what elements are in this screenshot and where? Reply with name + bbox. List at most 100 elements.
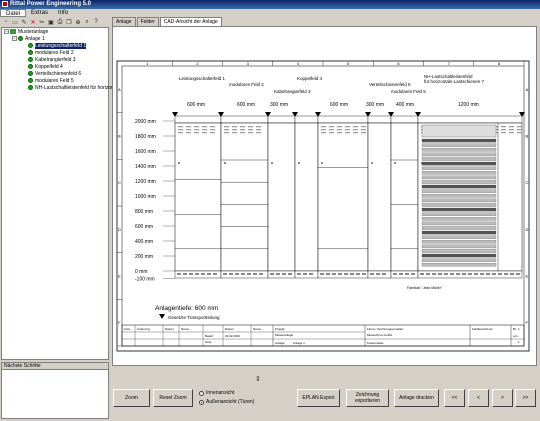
new-icon[interactable]: ▫ bbox=[2, 18, 10, 26]
nh-strip bbox=[421, 253, 497, 258]
tab-anlage[interactable]: Anlage bbox=[112, 17, 136, 26]
vent-slot bbox=[345, 129, 350, 131]
zoom-icon[interactable]: ⊕ bbox=[74, 18, 82, 26]
cabinet-roof bbox=[390, 115, 419, 124]
grid-row-letter: D bbox=[526, 227, 529, 232]
radio-outer-view[interactable]: Außenansicht (Türen) bbox=[199, 399, 254, 406]
radio-inner-indicator[interactable] bbox=[199, 391, 204, 396]
nh-strip bbox=[421, 212, 497, 216]
grid-row-letter: C bbox=[118, 180, 121, 185]
folder-icon bbox=[10, 29, 16, 35]
status-dot-icon bbox=[28, 71, 33, 77]
plinth-slot bbox=[444, 273, 448, 275]
zoom-button[interactable]: Zoom bbox=[113, 389, 150, 407]
open-icon[interactable]: ▭ bbox=[11, 18, 19, 26]
radio-inner-view[interactable]: Innenansicht bbox=[199, 390, 234, 397]
vent-slot bbox=[509, 132, 514, 134]
plinth-slot bbox=[207, 273, 211, 275]
nh-strip bbox=[421, 226, 497, 230]
tb-anlage: Anlage: bbox=[275, 341, 285, 345]
tree-item-field-1[interactable]: Leistungsschalterfeld 1 bbox=[28, 43, 87, 50]
view-tabs: Anlage Felder CAD-Ansicht der Anlage bbox=[112, 17, 223, 26]
plinth-slot bbox=[510, 273, 514, 275]
menu-bar: Datei Extras Info bbox=[0, 9, 540, 17]
nh-strip bbox=[421, 249, 497, 253]
height-scale: 2000 mm 1800 mm 1600 mm 1400 mm 1200 mm 1000 … bbox=[135, 119, 175, 283]
app-icon bbox=[2, 1, 8, 7]
label-field-4: Koppelfeld 4 bbox=[297, 76, 323, 81]
cabinet-roof bbox=[294, 115, 319, 124]
vent-slot bbox=[361, 129, 366, 131]
grid-row-letter: F bbox=[526, 320, 529, 325]
tb-von-value: 1 bbox=[518, 340, 520, 344]
tab-cad-ansicht[interactable]: CAD-Ansicht der Anlage bbox=[159, 17, 222, 26]
project-tree: − Musteranlage − Anlage 1 Leistungsschalte… bbox=[1, 27, 115, 360]
plinth-slot bbox=[426, 273, 430, 275]
status-dot-icon bbox=[28, 85, 33, 91]
menu-extras[interactable]: Extras bbox=[26, 9, 53, 17]
nh-strip bbox=[421, 157, 497, 161]
vent-slot bbox=[240, 129, 245, 131]
vent-slot bbox=[361, 126, 366, 128]
copy-icon[interactable]: ❐ bbox=[65, 18, 73, 26]
next-page-button[interactable]: > bbox=[492, 389, 513, 407]
vent-slot bbox=[178, 126, 183, 128]
tree-root[interactable]: − Musteranlage bbox=[4, 29, 48, 36]
cabinet-roof bbox=[317, 115, 369, 124]
window-title: Rittal Power Engineering 5.0 bbox=[10, 1, 92, 7]
cad-canvas[interactable]: 1 2 3 4 5 6 7 8 A A B B C C D D E E F F Leistungsschalterfe… bbox=[112, 26, 537, 366]
door-handle bbox=[298, 162, 300, 164]
print-plant-button[interactable]: Anlage drucken bbox=[394, 389, 439, 407]
tab-felder[interactable]: Felder bbox=[136, 17, 159, 26]
grid-col-number: 8 bbox=[498, 61, 501, 66]
vent-slot bbox=[321, 132, 326, 134]
tree-item-field-2[interactable]: modulares Feld 2 bbox=[28, 50, 74, 57]
reset-zoom-button[interactable]: Reset Zoom bbox=[153, 389, 193, 407]
width-field-7: 1200 mm bbox=[458, 102, 479, 108]
wrench-icon[interactable]: ✎ bbox=[20, 18, 28, 26]
cut-icon[interactable]: ✂ bbox=[38, 18, 46, 26]
collapse-icon[interactable]: − bbox=[12, 36, 17, 42]
menu-datei[interactable]: Datei bbox=[0, 9, 27, 17]
door-handle bbox=[224, 162, 226, 164]
delete-icon[interactable]: ✕ bbox=[29, 18, 37, 26]
tree-item-field-7[interactable]: NH-Lastschaltleistenfeld für horizont bbox=[28, 85, 115, 92]
collapse-icon[interactable]: − bbox=[4, 29, 9, 35]
nh-strip bbox=[421, 258, 497, 262]
search-icon[interactable]: ⌕ bbox=[83, 18, 91, 26]
tree-item-field-3[interactable]: Kabelrangierfeld 3 bbox=[28, 57, 76, 64]
tb-projekt-name: Musteranlage bbox=[275, 333, 294, 337]
help-icon[interactable]: ? bbox=[92, 18, 100, 26]
width-field-3: 300 mm bbox=[270, 102, 288, 108]
nh-strip bbox=[421, 235, 497, 239]
first-page-button[interactable]: << bbox=[444, 389, 465, 407]
vent-slot bbox=[353, 126, 358, 128]
grid-row-letter: A bbox=[118, 87, 121, 92]
last-page-button[interactable]: >> bbox=[515, 389, 536, 407]
nh-strip bbox=[421, 217, 497, 221]
grid-col-number: 4 bbox=[297, 61, 300, 66]
save-icon[interactable]: ▣ bbox=[47, 18, 55, 26]
plinth-slot bbox=[438, 273, 442, 275]
tb-bl: Bl. bbox=[513, 327, 517, 331]
tree-item-field-4[interactable]: Koppelfeld 4 bbox=[28, 64, 63, 71]
vent-slot bbox=[337, 126, 342, 128]
print-icon[interactable]: ⎙ bbox=[56, 18, 64, 26]
tb-bearb: Bearb bbox=[205, 334, 213, 338]
label-field-5: modulares Feld 5 bbox=[391, 89, 426, 94]
tb-gepr: Gepr bbox=[205, 340, 212, 344]
eplan-export-button[interactable]: EPLAN Export bbox=[297, 389, 340, 407]
height-label: 800 mm bbox=[135, 209, 153, 215]
radio-outer-indicator[interactable] bbox=[199, 400, 204, 405]
prev-page-button[interactable]: < bbox=[468, 389, 489, 407]
transport-marker-icon bbox=[159, 314, 165, 319]
drawing-export-button[interactable]: Zeichnung exportieren bbox=[346, 389, 389, 407]
vent-slot bbox=[501, 132, 506, 134]
tree-item-field-6[interactable]: Verteilschienenfeld 6 bbox=[28, 71, 81, 78]
nh-strip bbox=[421, 207, 497, 212]
tree-item-field-5[interactable]: modulares Feld 5 bbox=[28, 78, 74, 85]
menu-info[interactable]: Info bbox=[53, 9, 73, 17]
tree-anlage[interactable]: − Anlage 1 bbox=[12, 36, 45, 43]
vent-slot bbox=[509, 129, 514, 131]
vent-slot bbox=[202, 129, 207, 131]
